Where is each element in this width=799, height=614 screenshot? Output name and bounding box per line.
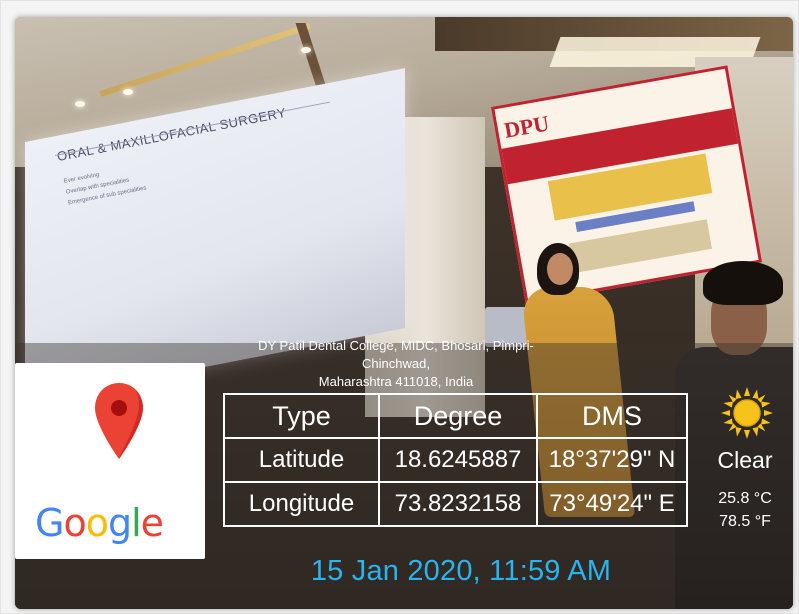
google-logo-letter: g bbox=[107, 501, 132, 545]
photo-frame: ORAL & MAXILLOFACIAL SURGERY Ever evolvi… bbox=[0, 0, 799, 614]
coordinates-table: Type Degree DMS Latitude 18.6245887 18°3… bbox=[223, 393, 688, 527]
temperature-celsius: 25.8 °C bbox=[718, 490, 772, 507]
table-row: Latitude 18.6245887 18°37'29" N bbox=[223, 437, 688, 483]
ceiling-lamp bbox=[123, 89, 133, 95]
header-degree: Degree bbox=[378, 393, 538, 439]
header-dms: DMS bbox=[536, 393, 688, 439]
location-address: DY Patil Dental College, MIDC, Bhosari, … bbox=[231, 337, 561, 391]
map-pin-icon bbox=[95, 383, 143, 459]
google-logo-letter: G bbox=[35, 501, 64, 545]
audience-member-hair bbox=[703, 261, 783, 305]
header-type: Type bbox=[223, 393, 380, 439]
google-logo-letter: l bbox=[131, 501, 142, 545]
google-logo-letter: o bbox=[85, 501, 109, 545]
weather-condition: Clear bbox=[717, 447, 773, 473]
address-line-1: DY Patil Dental College, MIDC, Bhosari, … bbox=[258, 338, 534, 371]
photo-timestamp: 15 Jan 2020, 11:59 AM bbox=[310, 555, 612, 587]
ceiling-lamp bbox=[75, 101, 85, 107]
latitude-label: Latitude bbox=[223, 437, 380, 483]
speaker-face bbox=[547, 253, 573, 285]
longitude-dms: 73°49'24" E bbox=[536, 481, 688, 527]
ceiling-lamp bbox=[301, 47, 311, 53]
latitude-degree: 18.6245887 bbox=[378, 437, 538, 483]
ceiling-beam bbox=[99, 23, 311, 97]
longitude-degree: 73.8232158 bbox=[378, 481, 538, 527]
google-logo-letter: o bbox=[63, 501, 86, 545]
google-logo-letter: e bbox=[140, 501, 164, 545]
latitude-dms: 18°37'29" N bbox=[536, 437, 688, 483]
address-line-2: Maharashtra 411018, India bbox=[318, 374, 474, 389]
google-logo: Google bbox=[35, 501, 164, 545]
table-header-row: Type Degree DMS bbox=[223, 393, 688, 439]
longitude-label: Longitude bbox=[223, 481, 380, 527]
sun-icon bbox=[721, 387, 773, 439]
temperature-fahrenheit: 78.5 °F bbox=[719, 513, 771, 530]
table-row: Longitude 73.8232158 73°49'24" E bbox=[223, 481, 688, 527]
google-map-card: Google bbox=[15, 363, 205, 559]
temperature: 25.8 °C 78.5 °F bbox=[705, 487, 785, 533]
banner-logo: DPU bbox=[502, 110, 551, 143]
